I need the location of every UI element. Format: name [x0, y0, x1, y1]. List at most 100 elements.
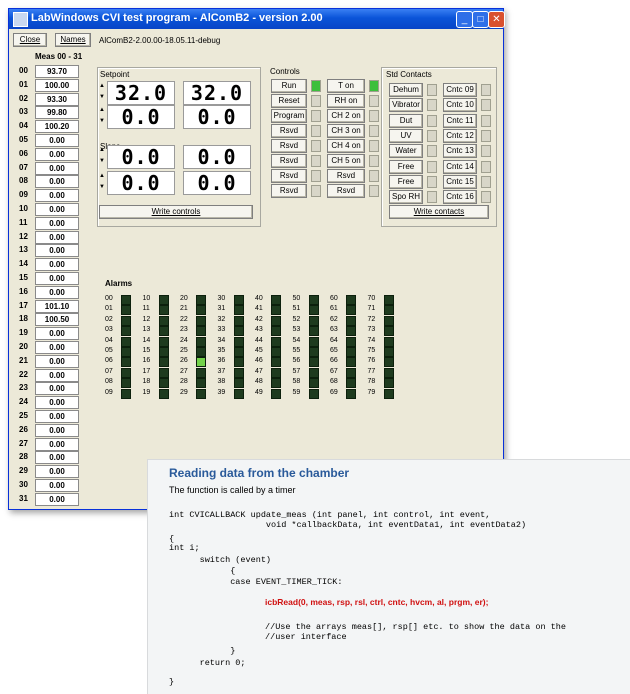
alarm-led — [383, 315, 394, 326]
led-indicator — [311, 170, 321, 182]
alarm-label: 15 — [142, 347, 151, 354]
contact-button[interactable]: Cntc 11 — [443, 113, 477, 128]
led-indicator — [481, 145, 491, 158]
title-bar[interactable]: LabWindows CVI test program - AlComB2 - … — [9, 9, 505, 29]
alarm-led — [196, 305, 206, 316]
close-button[interactable]: Close — [13, 33, 47, 47]
alarm-label: 30 — [217, 295, 226, 302]
control-button[interactable]: CH 4 on — [327, 139, 365, 153]
meas-index: 25 — [19, 411, 28, 420]
contact-button[interactable]: Cntc 09 — [443, 83, 477, 97]
contact-button[interactable]: Free — [389, 174, 423, 189]
close-icon[interactable]: ✕ — [488, 11, 505, 28]
alarm-label: 08 — [105, 378, 113, 386]
alarm-label: 19 — [142, 388, 151, 396]
contact-button[interactable]: Cntc 14 — [443, 159, 477, 174]
led-indicator — [369, 95, 379, 107]
contact-button[interactable]: Spo RH — [389, 190, 423, 205]
meas-value: 93.70 — [35, 65, 79, 78]
contact-button[interactable]: Cntc 12 — [443, 128, 477, 143]
numeric-display: 32.0 — [183, 81, 251, 105]
alarm-led — [121, 388, 131, 399]
alarm-label: 13 — [142, 326, 151, 334]
code-line: switch (event) — [169, 555, 272, 565]
write-controls-button[interactable]: Write controls — [99, 205, 253, 219]
control-button[interactable]: Program — [271, 109, 307, 123]
alarm-label: 03 — [105, 326, 113, 334]
alarm-led — [158, 367, 169, 378]
control-button[interactable]: Rsvd — [271, 154, 307, 168]
led-indicator — [369, 110, 379, 122]
spin-arrows[interactable]: ▲ ▼ — [99, 145, 105, 167]
alarm-led — [233, 378, 244, 389]
control-button[interactable]: CH 3 on — [327, 124, 365, 138]
alarm-label: 14 — [142, 336, 151, 344]
contact-button[interactable]: Water — [389, 144, 423, 159]
numeric-display[interactable]: 0.0 — [107, 105, 175, 129]
code-line: //Use the arrays meas[], rsp[] etc. to s… — [265, 622, 566, 632]
meas-index: 12 — [19, 231, 28, 241]
contact-button[interactable]: Cntc 10 — [443, 98, 477, 113]
meas-row: 24 0.00 — [19, 396, 95, 410]
alarm-label: 35 — [217, 347, 226, 354]
control-button[interactable]: Rsvd — [327, 169, 365, 183]
minimize-icon[interactable]: _ — [456, 11, 473, 28]
alarm-led — [383, 295, 394, 305]
numeric-display[interactable]: 32.0 — [107, 81, 175, 105]
control-button[interactable]: Rsvd — [271, 184, 307, 198]
spin-arrows[interactable]: ▲ ▼ — [99, 171, 105, 193]
contact-button[interactable]: UV — [389, 128, 423, 143]
alarm-led — [121, 305, 131, 316]
meas-row: 11 0.00 — [19, 216, 95, 230]
led-indicator — [481, 160, 491, 173]
control-button[interactable]: RH on — [327, 94, 365, 108]
control-button[interactable]: Reset — [271, 94, 307, 108]
meas-value: 0.00 — [35, 189, 79, 203]
meas-index: 11 — [19, 217, 28, 227]
control-button[interactable]: Rsvd — [271, 124, 307, 138]
contact-button[interactable]: Cntc 16 — [443, 190, 477, 205]
control-button[interactable]: Run — [271, 79, 307, 93]
alarm-led — [346, 367, 356, 378]
alarm-led — [233, 305, 244, 316]
contact-button[interactable]: Cntc 13 — [443, 144, 477, 159]
alarm-label: 01 — [105, 305, 113, 313]
meas-index: 20 — [19, 342, 28, 351]
control-button[interactable]: Rsvd — [271, 139, 307, 153]
meas-value: 0.00 — [35, 368, 79, 382]
maximize-icon[interactable]: □ — [472, 11, 489, 28]
control-button[interactable]: Rsvd — [271, 169, 307, 183]
led-indicator — [369, 155, 379, 167]
spin-arrows[interactable]: ▲ ▼ — [99, 81, 105, 103]
contact-button[interactable]: Free — [389, 159, 423, 174]
meas-value: 0.00 — [35, 492, 79, 506]
contact-button[interactable]: Dehum — [389, 83, 423, 97]
alarm-led — [383, 326, 394, 337]
control-button[interactable]: T on — [327, 79, 365, 93]
control-button[interactable]: CH 5 on — [327, 154, 365, 168]
alarm-led — [233, 388, 244, 399]
control-button[interactable]: CH 2 on — [327, 109, 365, 123]
numeric-display[interactable]: 0.0 — [107, 171, 175, 195]
alarm-label: 43 — [255, 326, 263, 334]
contact-button[interactable]: Vibrator — [389, 98, 423, 113]
led-indicator — [369, 170, 379, 182]
write-contacts-button[interactable]: Write contacts — [389, 205, 489, 219]
alarm-label: 75 — [367, 347, 376, 354]
meas-index: 15 — [19, 273, 28, 282]
numeric-display[interactable]: 0.0 — [107, 145, 175, 169]
contact-button[interactable]: Cntc 15 — [443, 174, 477, 189]
led-indicator — [311, 185, 321, 197]
code-line: //user interface — [265, 632, 347, 642]
spin-arrows[interactable]: ▲ ▼ — [99, 105, 105, 127]
meas-index: 14 — [19, 259, 28, 269]
control-button[interactable]: Rsvd — [327, 184, 365, 198]
alarm-label: 79 — [367, 388, 376, 396]
contact-button[interactable]: Dut — [389, 113, 423, 128]
names-button[interactable]: Names — [55, 33, 91, 47]
alarm-label: 07 — [105, 367, 113, 375]
alarm-label: 26 — [180, 357, 188, 365]
alarm-label: 11 — [142, 305, 150, 313]
meas-row: 26 0.00 — [19, 423, 95, 437]
alarm-led — [158, 378, 169, 389]
